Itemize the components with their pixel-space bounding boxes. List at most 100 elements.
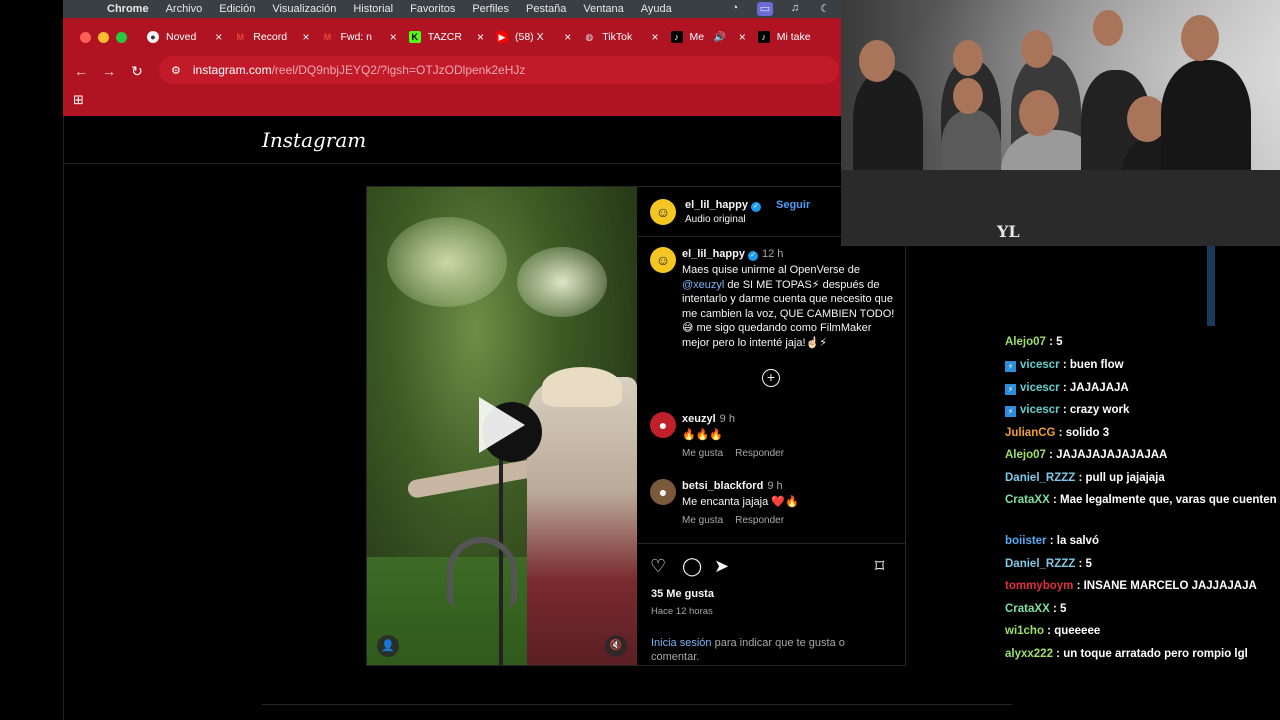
bookmark-icon[interactable]: ⌑ xyxy=(875,556,884,577)
tab-7[interactable]: ♪ Mi take xyxy=(754,26,841,48)
chat-separator: : xyxy=(1059,382,1070,394)
close-tab-icon[interactable]: × xyxy=(651,30,658,44)
tab-1[interactable]: M Record × xyxy=(230,26,317,48)
chat-username[interactable]: vicescr xyxy=(1020,404,1060,416)
close-tab-icon[interactable]: × xyxy=(739,30,746,44)
chat-username[interactable]: Daniel_RZZZ xyxy=(1005,472,1075,484)
chat-username[interactable]: JulianCG xyxy=(1005,427,1055,439)
webcam-person xyxy=(1161,60,1251,180)
chat-text: buen flow xyxy=(1069,359,1124,371)
menu-ventana[interactable]: Ventana xyxy=(583,3,623,15)
comment-username[interactable]: xeuzyl xyxy=(682,413,716,425)
close-tab-icon[interactable]: × xyxy=(564,30,571,44)
close-window-icon[interactable] xyxy=(80,31,91,43)
control-icon[interactable]: ◔ xyxy=(727,2,743,16)
close-tab-icon[interactable]: × xyxy=(477,30,484,44)
comment-like-button[interactable]: Me gusta xyxy=(682,515,723,526)
comment-reply-button[interactable]: Responder xyxy=(735,448,784,459)
reel-video[interactable]: 👤 🔇 xyxy=(367,187,637,665)
comment-reply-button[interactable]: Responder xyxy=(735,515,784,526)
comment-header: betsi_blackford 9 h xyxy=(682,480,783,492)
chat-username[interactable]: wi1cho xyxy=(1005,625,1044,637)
menu-pestana[interactable]: Pestaña xyxy=(526,3,566,15)
caption-avatar[interactable]: ☺ xyxy=(650,247,676,273)
close-tab-icon[interactable]: × xyxy=(215,30,222,44)
subscriber-badge-icon: ⚡ xyxy=(1005,361,1016,372)
webcam-head xyxy=(1093,10,1123,46)
caption-username[interactable]: el_lil_happy xyxy=(682,248,745,260)
chat-username[interactable]: tommyboym xyxy=(1005,580,1073,592)
stream-chat: Alejo07 : 5 ⚡ vicescr : buen flow ⚡ vicescr … xyxy=(1005,312,1280,672)
comment-avatar[interactable]: ● xyxy=(650,412,676,438)
chat-username[interactable]: vicescr xyxy=(1020,382,1060,394)
tab-6[interactable]: ♪ Me 🔊 × xyxy=(667,26,754,48)
menu-archivo[interactable]: Archivo xyxy=(166,3,203,15)
menu-app-name[interactable]: Chrome xyxy=(107,3,149,15)
author-avatar[interactable]: ☺ xyxy=(650,199,676,225)
menu-favoritos[interactable]: Favoritos xyxy=(410,3,455,15)
site-settings-icon[interactable]: ⚙ xyxy=(171,64,181,77)
mute-icon[interactable]: 🔇 xyxy=(605,635,627,657)
webcam-desk xyxy=(841,170,1280,246)
apps-grid-icon[interactable]: ⊞ xyxy=(73,92,84,108)
tab-4[interactable]: ▶ (58) X × xyxy=(492,26,579,48)
tab-5[interactable]: ◍ TikTok × xyxy=(579,26,666,48)
kick-icon: K xyxy=(408,31,421,43)
chat-username[interactable]: CrataXX xyxy=(1005,494,1050,506)
close-tab-icon[interactable]: × xyxy=(302,30,309,44)
comment-text: 🔥🔥🔥 xyxy=(682,429,724,441)
reload-icon[interactable]: ↻ xyxy=(123,63,151,80)
share-icon[interactable]: ➤ xyxy=(714,556,729,577)
caption-mention[interactable]: @xeuzyl xyxy=(682,279,724,291)
menu-ayuda[interactable]: Ayuda xyxy=(641,3,672,15)
url-bar[interactable]: ⚙ instagram.com/reel/DQ9nbjJEYQ2/?igsh=O… xyxy=(159,56,839,84)
tab-3[interactable]: K TAZCR × xyxy=(405,26,492,48)
minimize-window-icon[interactable] xyxy=(98,31,109,43)
tab-title: TikTok xyxy=(602,31,633,43)
chat-username[interactable]: boiister xyxy=(1005,535,1047,547)
comment-icon[interactable]: ◯ xyxy=(682,556,702,577)
screen-share-icon[interactable]: ▭ xyxy=(757,2,773,16)
post-time: Hace 12 horas xyxy=(651,606,713,617)
close-tab-icon[interactable]: × xyxy=(390,30,397,44)
zoom-window-icon[interactable] xyxy=(116,31,127,43)
comment-like-button[interactable]: Me gusta xyxy=(682,448,723,459)
forward-icon[interactable]: → xyxy=(95,63,123,79)
login-link[interactable]: Inicia sesión xyxy=(651,637,712,649)
menu-historial[interactable]: Historial xyxy=(353,3,393,15)
audio-icon[interactable]: ♫ xyxy=(787,2,803,16)
chat-separator: : xyxy=(1059,404,1070,416)
likes-count[interactable]: 35 Me gusta xyxy=(651,588,714,600)
chat-message: boiister : la salvó xyxy=(1005,535,1280,547)
webcam-head xyxy=(859,40,895,82)
menu-perfiles[interactable]: Perfiles xyxy=(472,3,509,15)
chat-username[interactable]: Alejo07 xyxy=(1005,336,1046,348)
menu-visualizacion[interactable]: Visualización xyxy=(272,3,336,15)
tagged-user-icon[interactable]: 👤 xyxy=(377,635,399,657)
tab-0[interactable]: ● Noved × xyxy=(143,26,230,48)
tab-title: Mi take xyxy=(776,31,811,43)
comment-username[interactable]: betsi_blackford xyxy=(682,480,763,492)
follow-button[interactable]: Seguir xyxy=(776,199,810,211)
author-username-text[interactable]: el_lil_happy xyxy=(685,199,748,211)
chat-username[interactable]: Alejo07 xyxy=(1005,449,1046,461)
tab-audio-icon[interactable]: 🔊 xyxy=(714,32,726,43)
mac-menubar: Chrome Archivo Edición Visualización His… xyxy=(63,0,841,18)
menu-edicion[interactable]: Edición xyxy=(219,3,255,15)
tab-2[interactable]: M Fwd: n × xyxy=(318,26,405,48)
webcam-head xyxy=(1019,90,1059,136)
chat-username[interactable]: Daniel_RZZZ xyxy=(1005,558,1075,570)
audio-label[interactable]: Audio original xyxy=(685,214,746,225)
load-more-icon[interactable]: + xyxy=(762,369,780,387)
heart-icon[interactable]: ♡ xyxy=(650,556,666,577)
author-username[interactable]: el_lil_happy ✓ xyxy=(685,199,761,212)
chat-message: Alejo07 : 5 xyxy=(1005,336,1280,348)
play-icon[interactable] xyxy=(479,397,525,453)
dark-mode-icon[interactable]: ☾ xyxy=(817,2,833,16)
comment-avatar[interactable]: ● xyxy=(650,479,676,505)
chat-username[interactable]: vicescr xyxy=(1020,359,1060,371)
instagram-logo[interactable]: Instagram xyxy=(262,128,366,152)
back-icon[interactable]: ← xyxy=(67,63,95,79)
chat-username[interactable]: alyxx222 xyxy=(1005,648,1053,660)
chat-username[interactable]: CrataXX xyxy=(1005,603,1050,615)
